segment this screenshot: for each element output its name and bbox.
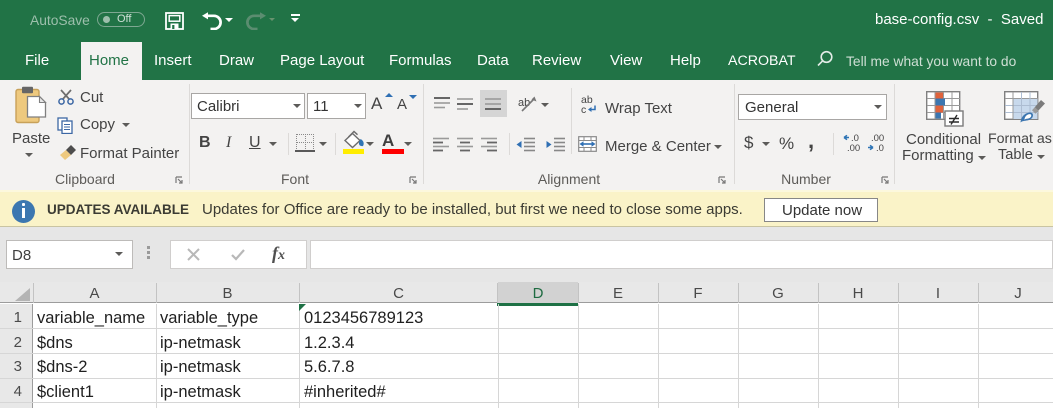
svg-text:.00: .00 (847, 143, 860, 153)
svg-text:.0: .0 (876, 143, 884, 153)
svg-text:ab: ab (518, 97, 530, 109)
svg-text:c: c (581, 104, 586, 114)
